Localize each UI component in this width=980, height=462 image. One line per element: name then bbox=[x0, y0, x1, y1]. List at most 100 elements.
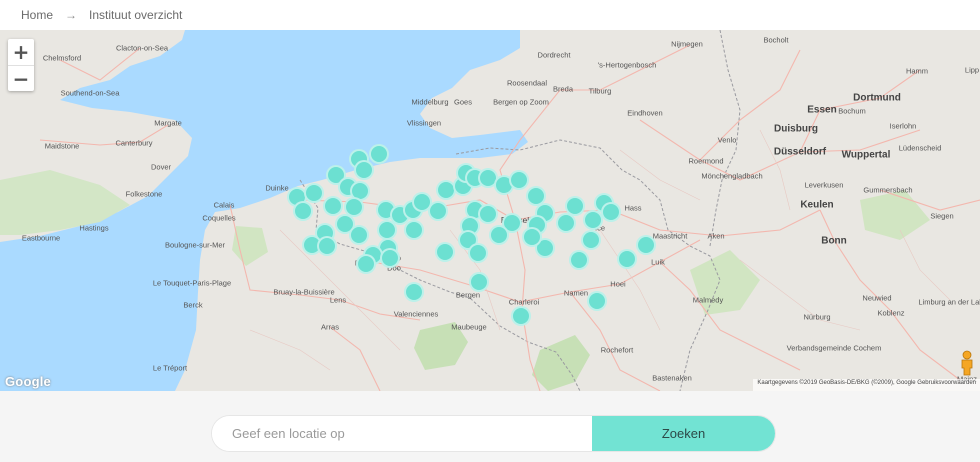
location-marker[interactable] bbox=[435, 242, 455, 262]
location-marker[interactable] bbox=[569, 250, 589, 270]
zoom-in-button[interactable]: + bbox=[8, 39, 34, 65]
place-label: Luik bbox=[651, 257, 665, 267]
location-marker[interactable] bbox=[468, 243, 488, 263]
place-label: Mönchengladbach bbox=[701, 171, 763, 181]
location-marker[interactable] bbox=[583, 210, 603, 230]
place-label: Duinke bbox=[265, 183, 289, 193]
location-marker[interactable] bbox=[380, 248, 400, 268]
place-label: Middelburg bbox=[411, 97, 449, 107]
place-label: Clacton-on-Sea bbox=[115, 43, 169, 53]
place-label: Calais bbox=[213, 200, 235, 210]
location-marker[interactable] bbox=[565, 196, 585, 216]
forest-area-5 bbox=[860, 190, 930, 240]
location-marker[interactable] bbox=[556, 213, 576, 233]
place-label: Bruay-la-Buissière bbox=[273, 287, 335, 297]
place-label: Hastings bbox=[79, 223, 109, 233]
place-label: Goes bbox=[454, 97, 472, 107]
place-label: Gummersbach bbox=[863, 185, 913, 195]
place-label: Charleroi bbox=[508, 297, 540, 307]
map[interactable]: + − Clacton-on-Sea Chelmsford Southend-on-… bbox=[0, 30, 980, 391]
place-label: Nürburg bbox=[803, 312, 831, 322]
place-label: Namen bbox=[563, 288, 589, 298]
zoom-control: + − bbox=[8, 39, 34, 91]
location-marker[interactable] bbox=[469, 272, 489, 292]
location-marker[interactable] bbox=[617, 249, 637, 269]
location-marker[interactable] bbox=[478, 204, 498, 224]
place-label: Bochum bbox=[838, 106, 866, 116]
place-label: Roosendaal bbox=[506, 78, 548, 88]
location-search-bar: Zoeken bbox=[212, 416, 775, 451]
place-label: Breda bbox=[552, 84, 574, 94]
breadcrumb-current: Instituut overzicht bbox=[89, 8, 183, 22]
location-marker[interactable] bbox=[317, 236, 337, 256]
place-label: Dordrecht bbox=[537, 50, 571, 60]
place-label: Maidstone bbox=[44, 141, 80, 151]
zoom-out-button[interactable]: − bbox=[8, 65, 34, 91]
place-label: Southend-on-Sea bbox=[60, 88, 120, 98]
location-marker[interactable] bbox=[601, 202, 621, 222]
place-label: Dover bbox=[150, 162, 172, 172]
place-label: Siegen bbox=[930, 211, 954, 221]
place-label: Bastenaken bbox=[652, 373, 692, 383]
forest-area-4 bbox=[232, 226, 268, 266]
location-marker[interactable] bbox=[587, 291, 607, 311]
location-marker[interactable] bbox=[354, 160, 374, 180]
forest-area-2 bbox=[532, 335, 590, 391]
location-marker[interactable] bbox=[293, 201, 313, 221]
place-label: Boulogne-sur-Mer bbox=[164, 240, 226, 250]
place-label: Dortmund bbox=[853, 92, 901, 104]
place-label: Nijmegen bbox=[671, 39, 703, 49]
place-label: Maubeuge bbox=[451, 322, 487, 332]
place-label: Tilburg bbox=[588, 86, 612, 96]
location-marker[interactable] bbox=[369, 144, 389, 164]
location-marker[interactable] bbox=[522, 227, 542, 247]
location-marker[interactable] bbox=[323, 196, 343, 216]
location-search-input[interactable] bbox=[212, 416, 592, 451]
google-logo: Google bbox=[5, 374, 51, 389]
location-marker[interactable] bbox=[489, 225, 509, 245]
location-marker[interactable] bbox=[349, 225, 369, 245]
place-label: Berck bbox=[183, 300, 203, 310]
place-label: Duisburg bbox=[774, 123, 818, 135]
place-label: Düsseldorf bbox=[773, 146, 827, 158]
place-label: Lipp bbox=[964, 65, 980, 75]
place-label: Bonn bbox=[821, 235, 847, 247]
place-label: Essen bbox=[807, 104, 837, 116]
location-marker[interactable] bbox=[581, 230, 601, 250]
place-label: Eastbourne bbox=[21, 233, 61, 243]
location-marker[interactable] bbox=[304, 183, 324, 203]
search-button[interactable]: Zoeken bbox=[592, 416, 775, 451]
place-label: Roermond bbox=[688, 156, 724, 166]
location-marker[interactable] bbox=[356, 254, 376, 274]
place-label: Malmedy bbox=[692, 295, 724, 305]
place-label: Leverkusen bbox=[804, 180, 844, 190]
location-marker[interactable] bbox=[511, 306, 531, 326]
pegman-icon[interactable] bbox=[958, 350, 976, 376]
location-marker[interactable] bbox=[404, 282, 424, 302]
breadcrumb: Home → Instituut overzicht bbox=[0, 0, 980, 30]
place-label: Bocholt bbox=[763, 35, 789, 45]
place-label: Aken bbox=[707, 231, 725, 241]
place-label: Hoei bbox=[610, 279, 626, 289]
forest-area-3 bbox=[690, 250, 760, 315]
location-marker[interactable] bbox=[636, 235, 656, 255]
place-label: Hass bbox=[624, 203, 642, 213]
place-label: Le Touquet-Paris-Plage bbox=[152, 278, 232, 288]
location-marker[interactable] bbox=[509, 170, 529, 190]
place-label: Limburg an der Lahn bbox=[918, 297, 980, 307]
place-label: Lens bbox=[329, 295, 347, 305]
place-label: Margate bbox=[154, 118, 182, 128]
location-marker[interactable] bbox=[404, 220, 424, 240]
place-label: Maastricht bbox=[652, 231, 688, 241]
map-attribution[interactable]: Kaartgegevens ©2019 GeoBasis-DE/BKG (©20… bbox=[753, 379, 980, 391]
place-label: Eindhoven bbox=[627, 108, 663, 118]
breadcrumb-home-link[interactable]: Home bbox=[21, 8, 53, 22]
location-marker[interactable] bbox=[428, 201, 448, 221]
place-label: Venlo bbox=[717, 135, 737, 145]
place-label: Coquelles bbox=[202, 213, 236, 223]
place-label: Chelmsford bbox=[42, 53, 82, 63]
place-label: Keulen bbox=[800, 199, 834, 211]
place-label: Wuppertal bbox=[841, 149, 891, 161]
place-label: Verbandsgemeinde Cochem bbox=[786, 343, 882, 353]
place-label: Koblenz bbox=[877, 308, 905, 318]
